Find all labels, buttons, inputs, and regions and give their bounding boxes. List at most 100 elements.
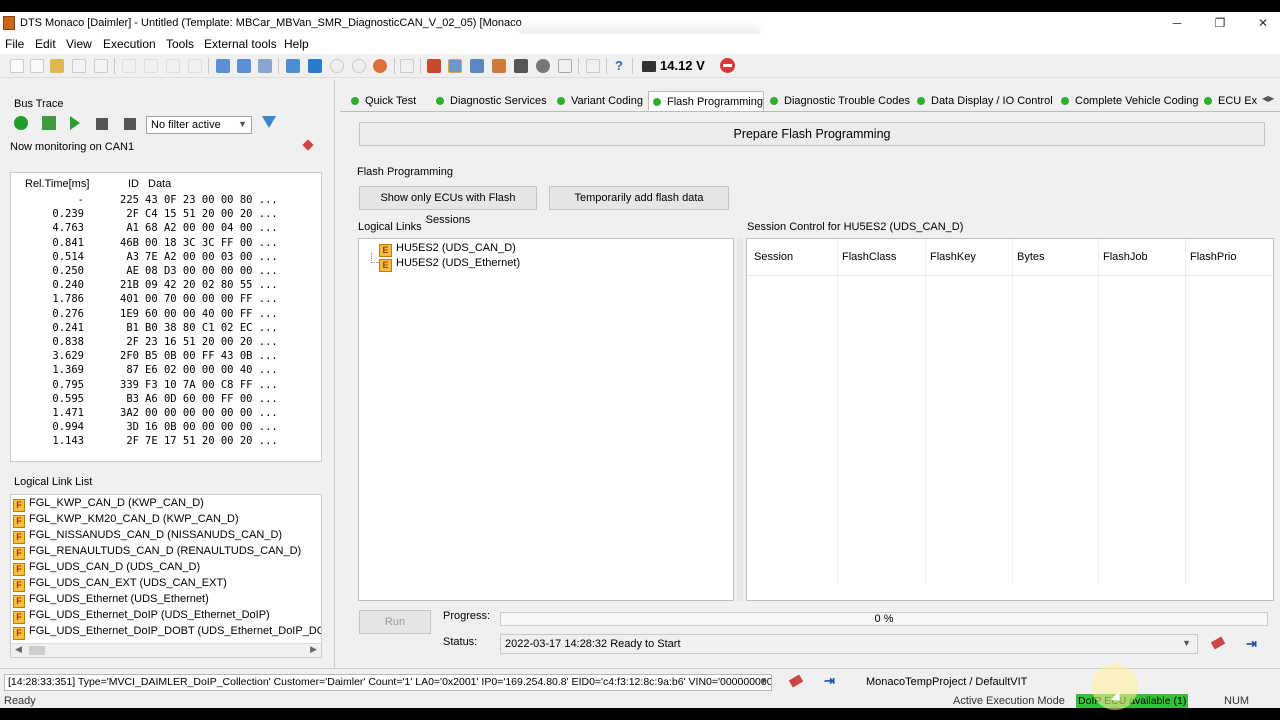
logical-link-item[interactable]: F FGL_RENAULTUDS_CAN_D (RENAULTUDS_CAN_D) bbox=[13, 545, 321, 561]
layout-grid-icon[interactable] bbox=[258, 59, 272, 73]
help-icon[interactable]: ? bbox=[612, 59, 626, 73]
trace-row[interactable]: - 225 43 0F 23 00 00 80 ... bbox=[11, 194, 321, 208]
logical-link-item[interactable]: F FGL_UDS_CAN_D (UDS_CAN_D) bbox=[13, 561, 321, 577]
logical-link-item[interactable]: F FGL_UDS_Ethernet_DoIP_DOBT (UDS_Etherne… bbox=[13, 625, 321, 641]
temp-add-flash-button[interactable]: Temporarily add flash data bbox=[549, 186, 729, 210]
pause-icon[interactable] bbox=[352, 59, 366, 73]
tab-complete-vehicle-coding[interactable]: Complete Vehicle Coding bbox=[1057, 91, 1199, 111]
compass-icon[interactable] bbox=[373, 59, 387, 73]
new-icon[interactable] bbox=[10, 59, 24, 73]
connect-icon[interactable] bbox=[427, 59, 441, 73]
prepare-flash-button[interactable]: Prepare Flash Programming bbox=[359, 122, 1265, 146]
logical-link-item[interactable]: F FGL_UDS_Ethernet_DoIP (UDS_Ethernet_DoI… bbox=[13, 609, 321, 625]
paste-icon[interactable] bbox=[166, 59, 180, 73]
splitter[interactable] bbox=[737, 238, 743, 601]
logical-link-item[interactable]: F FGL_NISSANUDS_CAN_D (NISSANUDS_CAN_D) bbox=[13, 529, 321, 545]
clear-trace-icon[interactable] bbox=[124, 118, 136, 130]
tab-scroll-icon[interactable]: ◀▶ bbox=[1262, 94, 1274, 103]
scroll-right-icon[interactable]: ▶ bbox=[310, 644, 317, 655]
stop-icon[interactable] bbox=[720, 58, 735, 73]
new-from-template-icon[interactable] bbox=[30, 59, 44, 73]
trace-row[interactable]: 0.838 2F 23 16 51 20 00 20 ... bbox=[11, 336, 321, 350]
record-icon[interactable] bbox=[330, 59, 344, 73]
log-select[interactable]: [14:28:33:351] Type='MVCI_DAIMLER_DoIP_C… bbox=[4, 674, 772, 691]
module-icon[interactable] bbox=[492, 59, 506, 73]
clipboard-icon[interactable] bbox=[558, 59, 572, 73]
tree-item-hu5es2-ethernet[interactable]: E HU5ES2 (UDS_Ethernet) bbox=[379, 257, 520, 272]
trace-row[interactable]: 0.795 339 F3 10 7A 00 C8 FF ... bbox=[11, 379, 321, 393]
delete-icon[interactable] bbox=[188, 59, 202, 73]
show-only-ecus-button[interactable]: Show only ECUs with Flash Sessions bbox=[359, 186, 537, 226]
login-icon[interactable]: ⇥ bbox=[824, 673, 838, 688]
menu-file[interactable]: File bbox=[5, 37, 24, 51]
trace-row[interactable]: 0.994 3D 16 0B 00 00 00 00 ... bbox=[11, 421, 321, 435]
tab-ecu-ex[interactable]: ECU Ex bbox=[1200, 91, 1264, 111]
trace-row[interactable]: 0.841 46B 00 18 3C 3C FF 00 ... bbox=[11, 237, 321, 251]
scroll-left-icon[interactable]: ◀ bbox=[15, 644, 22, 655]
trace-row[interactable]: 0.250 AE 08 D3 00 00 00 00 ... bbox=[11, 265, 321, 279]
trace-row[interactable]: 1.471 3A2 00 00 00 00 00 00 ... bbox=[11, 407, 321, 421]
session-control-table[interactable]: Session FlashClass FlashKey Bytes FlashJ… bbox=[746, 238, 1274, 601]
play-icon[interactable] bbox=[70, 116, 80, 130]
scroll-thumb[interactable] bbox=[29, 646, 45, 655]
trace-row[interactable]: 1.143 2F 7E 17 51 20 00 20 ... bbox=[11, 435, 321, 449]
trace-row[interactable]: 0.595 B3 A6 0D 60 00 FF 00 ... bbox=[11, 393, 321, 407]
tree-item-hu5es2-can[interactable]: E HU5ES2 (UDS_CAN_D) bbox=[379, 242, 516, 257]
logical-link-item[interactable]: F FGL_KWP_KM20_CAN_D (KWP_CAN_D) bbox=[13, 513, 321, 529]
filter-select[interactable]: No filter active ▼ bbox=[146, 116, 252, 134]
trace-row[interactable]: 1.786 401 00 70 00 00 00 FF ... bbox=[11, 293, 321, 307]
disconnect-icon[interactable] bbox=[788, 674, 804, 688]
trace-row[interactable]: 0.514 A3 7E A2 00 00 03 00 ... bbox=[11, 251, 321, 265]
menu-view[interactable]: View bbox=[66, 37, 92, 51]
trace-row[interactable]: 4.763 A1 68 A2 00 00 04 00 ... bbox=[11, 222, 321, 236]
trace-row[interactable]: 0.240 21B 09 42 20 02 80 55 ... bbox=[11, 279, 321, 293]
layout-left-icon[interactable] bbox=[216, 59, 230, 73]
logical-link-list[interactable]: F FGL_KWP_CAN_D (KWP_CAN_D) F FGL_KWP_KM20_… bbox=[10, 494, 322, 658]
network-icon[interactable] bbox=[470, 59, 484, 73]
monitor-icon[interactable] bbox=[448, 59, 462, 73]
refresh-icon[interactable] bbox=[286, 59, 300, 73]
bus-trace-table[interactable]: Rel.Time[ms] ID Data - 225 43 0F 23 00 00 … bbox=[10, 172, 322, 462]
run-button[interactable]: Run bbox=[359, 610, 431, 634]
settings-icon[interactable] bbox=[536, 59, 550, 73]
logical-link-item[interactable]: F FGL_UDS_CAN_EXT (UDS_CAN_EXT) bbox=[13, 577, 321, 593]
trace-row[interactable]: 0.276 1E9 60 00 00 40 00 FF ... bbox=[11, 308, 321, 322]
logical-link-item[interactable]: F FGL_KWP_CAN_D (KWP_CAN_D) bbox=[13, 497, 321, 513]
vehicle-icon[interactable] bbox=[514, 59, 528, 73]
layout-top-icon[interactable] bbox=[237, 59, 251, 73]
trace-row[interactable]: 0.241 B1 B0 38 80 C1 02 EC ... bbox=[11, 322, 321, 336]
horizontal-scrollbar[interactable]: ◀ ▶ bbox=[11, 643, 321, 657]
power-icon[interactable] bbox=[14, 116, 28, 130]
tab-data-display[interactable]: Data Display / IO Control bbox=[913, 91, 1053, 111]
save-all-icon[interactable] bbox=[94, 59, 108, 73]
trace-row[interactable]: 3.629 2F0 B5 0B 00 FF 43 0B ... bbox=[11, 350, 321, 364]
save-icon[interactable] bbox=[72, 59, 86, 73]
menu-help[interactable]: Help bbox=[284, 37, 309, 51]
status-select[interactable]: 2022-03-17 14:28:32 Ready to Start ▼ bbox=[500, 634, 1198, 654]
tab-diagnostic-services[interactable]: Diagnostic Services bbox=[432, 91, 547, 111]
minimize-button[interactable]: ─ bbox=[1162, 14, 1192, 32]
tab-flash-programming[interactable]: Flash Programming bbox=[648, 91, 764, 111]
logical-link-item[interactable]: F FGL_UDS_Ethernet (UDS_Ethernet) bbox=[13, 593, 321, 609]
doc-icon[interactable] bbox=[400, 59, 414, 73]
tab-variant-coding[interactable]: Variant Coding bbox=[553, 91, 643, 111]
menu-external-tools[interactable]: External tools bbox=[204, 37, 277, 51]
restore-button[interactable]: ❐ bbox=[1205, 14, 1235, 32]
menu-tools[interactable]: Tools bbox=[166, 37, 194, 51]
trace-row[interactable]: 1.369 87 E6 02 00 00 00 40 ... bbox=[11, 364, 321, 378]
stop-square-icon[interactable] bbox=[308, 59, 322, 73]
export-icon[interactable] bbox=[42, 116, 56, 130]
tab-quick-test[interactable]: Quick Test bbox=[347, 91, 416, 111]
menu-edit[interactable]: Edit bbox=[35, 37, 56, 51]
login-icon[interactable]: ⇥ bbox=[1246, 636, 1260, 651]
print-icon[interactable] bbox=[586, 59, 600, 73]
copy-icon[interactable] bbox=[144, 59, 158, 73]
trace-row[interactable]: 0.239 2F C4 15 51 20 00 20 ... bbox=[11, 208, 321, 222]
open-icon[interactable] bbox=[50, 59, 64, 73]
close-button[interactable]: ✕ bbox=[1248, 14, 1278, 32]
cut-icon[interactable] bbox=[122, 59, 136, 73]
filter-icon[interactable] bbox=[262, 116, 276, 128]
stop-trace-icon[interactable] bbox=[96, 118, 108, 130]
menu-execution[interactable]: Execution bbox=[103, 37, 156, 51]
logical-links-tree[interactable]: E HU5ES2 (UDS_CAN_D) E HU5ES2 (UDS_Etherne… bbox=[358, 238, 734, 601]
